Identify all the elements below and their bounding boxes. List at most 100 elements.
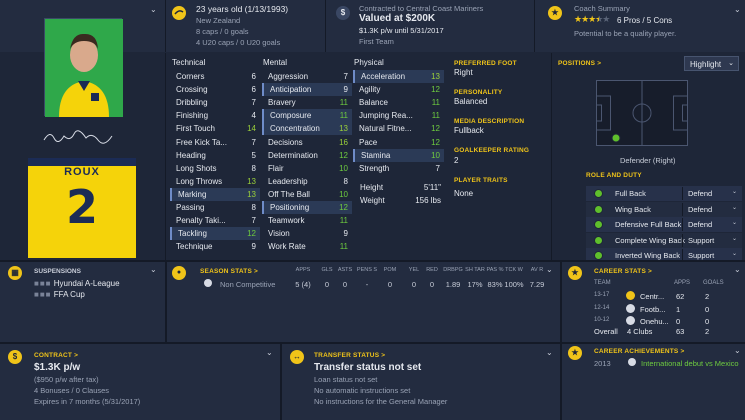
- attribute-row[interactable]: Concentration 13: [262, 122, 352, 136]
- role-duty[interactable]: Defend: [688, 189, 712, 198]
- attribute-name: Corners: [176, 72, 205, 81]
- season-stats-link[interactable]: SEASON STATS >: [200, 268, 258, 275]
- attribute-row[interactable]: Determination 12: [262, 149, 352, 162]
- contract-club-text: Contracted to Central Coast Mariners: [359, 4, 484, 13]
- duty-chevron-icon[interactable]: ⌄: [732, 188, 737, 195]
- attribute-row[interactable]: Decisions 16: [262, 136, 352, 149]
- attribute-row[interactable]: Work Rate 11: [262, 240, 352, 253]
- attribute-name: Work Rate: [268, 242, 306, 252]
- career-overall-clubs: 4 Clubs: [627, 327, 653, 336]
- career-stats-chevron[interactable]: ⌄: [734, 265, 741, 274]
- attribute-name: Penalty Taki...: [176, 216, 226, 226]
- contract-chevron[interactable]: ⌄: [266, 348, 273, 357]
- attribute-row[interactable]: Teamwork 11: [262, 214, 352, 227]
- attribute-value: 6: [251, 85, 256, 95]
- attribute-row[interactable]: Strength 7: [353, 162, 444, 175]
- contract-wage: $1.3K p/w: [34, 362, 81, 373]
- attribute-row[interactable]: Tackling 12: [170, 227, 260, 241]
- career-club[interactable]: Onehu...: [640, 317, 669, 326]
- coach-summary-chevron[interactable]: ⌄: [734, 5, 741, 14]
- header-collapse-chevron[interactable]: ⌄: [150, 5, 157, 14]
- contract-expires: Expires in 7 months (5/31/2017): [34, 397, 141, 406]
- highlight-dropdown[interactable]: Highlight ⌄: [684, 56, 739, 71]
- attribute-row[interactable]: Agility 12: [353, 83, 444, 96]
- role-row[interactable]: Wing Back Defend ⌄: [586, 201, 742, 217]
- season-stat-value: 1.89: [445, 280, 461, 289]
- attribute-row[interactable]: Aggression 7: [262, 70, 352, 83]
- attribute-row[interactable]: Natural Fitne... 12: [353, 122, 444, 135]
- position-caption: Defender (Right): [620, 156, 676, 165]
- role-name: Inverted Wing Back: [615, 251, 681, 260]
- attribute-row[interactable]: Long Throws 13: [170, 175, 260, 188]
- career-overall-goals: 2: [705, 327, 710, 336]
- attribute-name: Leadership: [268, 176, 308, 186]
- attribute-row[interactable]: Heading 5: [170, 149, 260, 162]
- attribute-row[interactable]: Jumping Rea... 11: [353, 109, 444, 122]
- season-stat-header: SH TAR: [465, 267, 485, 273]
- career-achievements-link[interactable]: CAREER ACHIEVEMENTS >: [594, 348, 684, 355]
- duty-chevron-icon[interactable]: ⌄: [732, 204, 737, 211]
- attribute-row[interactable]: Dribbling 7: [170, 96, 260, 109]
- season-stats-chevron[interactable]: ⌄: [546, 265, 553, 274]
- attribute-row[interactable]: Crossing 6: [170, 83, 260, 96]
- attribute-row[interactable]: Positioning 12: [262, 201, 352, 214]
- role-duty[interactable]: Support: [688, 251, 714, 260]
- attribute-value: 10: [431, 150, 440, 160]
- career-club[interactable]: Centr...: [640, 292, 664, 301]
- attribute-row[interactable]: Free Kick Ta... 7: [170, 136, 260, 149]
- attribute-row[interactable]: Passing 8: [170, 201, 260, 214]
- attribute-row[interactable]: Marking 13: [170, 187, 260, 201]
- career-stats-link[interactable]: CAREER STATS >: [594, 268, 652, 275]
- gk-rating-label: GOALKEEPER RATING: [454, 147, 530, 154]
- mental-title: Mental: [263, 58, 288, 67]
- attribute-value: 11: [339, 98, 348, 108]
- role-duty[interactable]: Defend: [688, 205, 712, 214]
- suspension-icon: ▦: [8, 266, 22, 280]
- role-duty[interactable]: Support: [688, 236, 714, 245]
- attribute-row[interactable]: Stamina 10: [353, 148, 444, 162]
- suspensions-label: SUSPENSIONS: [34, 268, 81, 275]
- contract-link[interactable]: CONTRACT >: [34, 352, 78, 359]
- season-stat-value: 0: [342, 280, 348, 289]
- suspensions-chevron[interactable]: ⌄: [150, 265, 157, 274]
- attribute-row[interactable]: Vision 9: [262, 227, 352, 240]
- duty-chevron-icon[interactable]: ⌄: [732, 219, 737, 226]
- attribute-value: 8: [251, 203, 256, 212]
- transfer-status-link[interactable]: TRANSFER STATUS >: [314, 352, 385, 359]
- career-stats-icon: ★: [568, 266, 582, 280]
- achievements-chevron[interactable]: ⌄: [734, 346, 741, 355]
- positions-link[interactable]: POSITIONS >: [558, 60, 601, 67]
- career-goals: 2: [705, 292, 710, 301]
- attribute-row[interactable]: Long Shots 8: [170, 162, 260, 175]
- duty-chevron-icon[interactable]: ⌄: [732, 250, 737, 257]
- role-duty[interactable]: Defend: [688, 220, 712, 229]
- age-text: 23 years old (1/13/1993): [196, 4, 289, 14]
- attribute-row[interactable]: Penalty Taki... 7: [170, 214, 260, 227]
- role-row[interactable]: Defensive Full Back Defend ⌄: [586, 217, 742, 232]
- duty-divider: [682, 187, 683, 200]
- attribute-name: Technique: [176, 242, 213, 252]
- duty-chevron-icon[interactable]: ⌄: [732, 235, 737, 242]
- attribute-row[interactable]: Acceleration 13: [353, 70, 444, 83]
- attribute-value: 13: [247, 189, 256, 199]
- attribute-name: Stamina: [361, 150, 391, 160]
- attribute-row[interactable]: Flair 10: [262, 162, 352, 175]
- career-club[interactable]: Footb...: [640, 305, 665, 314]
- attribute-row[interactable]: Finishing 4: [170, 109, 260, 122]
- role-row[interactable]: Full Back Defend ⌄: [586, 186, 742, 201]
- u20-caps-text: 4 U20 caps / 0 U20 goals: [196, 38, 281, 47]
- attribute-row[interactable]: Off The Ball 10: [262, 188, 352, 201]
- attribute-row[interactable]: Corners 6: [170, 70, 260, 83]
- attribute-row[interactable]: Leadership 8: [262, 175, 352, 188]
- attribute-row[interactable]: Composure 11: [262, 109, 352, 123]
- attribute-row[interactable]: Bravery 11: [262, 96, 352, 109]
- attribute-row[interactable]: Anticipation 9: [262, 83, 352, 97]
- attribute-row[interactable]: First Touch 14: [170, 122, 260, 135]
- role-suitability-icon: [594, 204, 603, 214]
- role-row[interactable]: Complete Wing Back Support ⌄: [586, 232, 742, 248]
- attribute-row[interactable]: Pace 12: [353, 136, 444, 149]
- attribute-row[interactable]: Balance 11: [353, 96, 444, 109]
- attribute-row[interactable]: Technique 9: [170, 240, 260, 253]
- transfer-chevron[interactable]: ⌄: [546, 348, 553, 357]
- club-badge-icon: [626, 303, 635, 313]
